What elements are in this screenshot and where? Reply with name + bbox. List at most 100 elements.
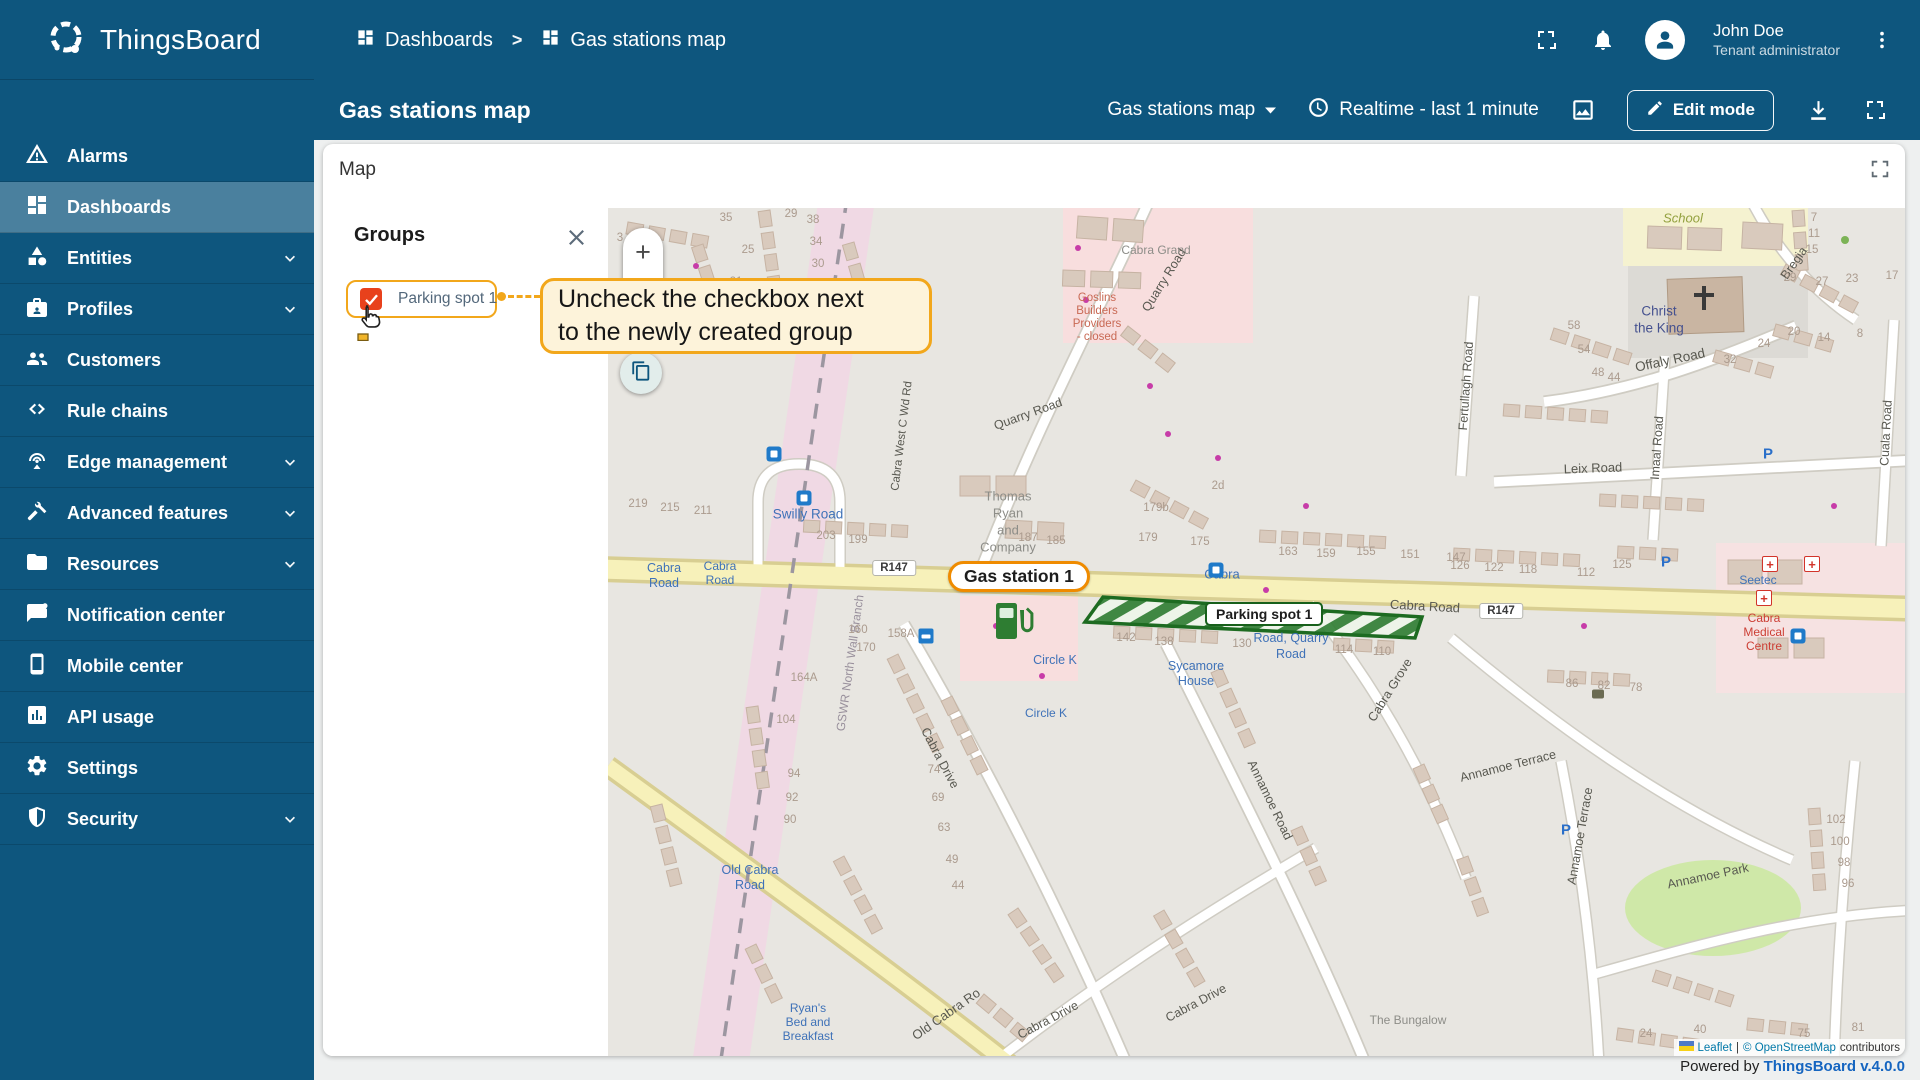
parking-polygon-label[interactable]: Parking spot 1 — [1205, 602, 1324, 626]
map-label: Road — [735, 878, 765, 892]
map-housenumber: 17 — [1885, 270, 1899, 282]
map-housenumber: 163 — [1278, 546, 1298, 558]
map-label: Leix Road — [1563, 459, 1623, 477]
map-label: Old Cabra — [721, 863, 779, 877]
edit-mode-button[interactable]: Edit mode — [1626, 89, 1774, 131]
map-label: Cabra — [646, 561, 682, 575]
pencil-icon — [1646, 99, 1664, 122]
gas-station-marker-label[interactable]: Gas station 1 — [948, 561, 1090, 592]
map-housenumber: 164A — [790, 672, 818, 684]
map-label: Sycamore — [1167, 659, 1225, 673]
hand-cursor-icon — [356, 303, 388, 346]
sidebar-item-advanced-features[interactable]: Advanced features — [0, 488, 314, 539]
map-label: Builders — [1076, 305, 1118, 317]
advanced-icon — [25, 499, 49, 528]
map-housenumber: 126 — [1450, 560, 1470, 572]
map-widget-card: Map Swilly Road Cabra Road Cabra Road Th… — [323, 144, 1905, 1056]
close-icon[interactable] — [565, 226, 588, 254]
user-name: John Doe — [1713, 21, 1784, 40]
page-title: Gas stations map — [339, 96, 531, 123]
sidebar-item-mobile-center[interactable]: Mobile center — [0, 641, 314, 692]
map-housenumber: 92 — [785, 792, 799, 804]
map-housenumber: 98 — [1837, 857, 1851, 869]
breadcrumb-dashboards[interactable]: Dashboards — [356, 28, 493, 53]
sidebar-item-customers[interactable]: Customers — [0, 335, 314, 386]
route-badge: R147 — [1479, 603, 1523, 619]
content-area: Map Swilly Road Cabra Road Cabra Road Th… — [314, 140, 1920, 1080]
dashboard-selector[interactable]: Gas stations map — [1107, 99, 1277, 121]
bus-stop-icon — [766, 446, 782, 462]
hospital-icon: + — [1756, 590, 1772, 606]
map-housenumber: 142 — [1116, 632, 1136, 644]
sidebar-item-settings[interactable]: Settings — [0, 743, 314, 794]
profiles-icon — [25, 295, 49, 324]
map-housenumber: 112 — [1576, 567, 1596, 579]
logo[interactable]: ThingsBoard — [0, 0, 314, 80]
map-housenumber: 175 — [1190, 536, 1210, 548]
map-housenumber: 215 — [660, 502, 680, 514]
sidebar-item-edge-management[interactable]: Edge management — [0, 437, 314, 488]
map-layers-button[interactable] — [620, 352, 662, 394]
map-label: Goslins — [1077, 292, 1117, 304]
download-icon[interactable] — [1804, 96, 1832, 124]
map-housenumber: 170 — [856, 642, 876, 654]
layers-icon — [630, 360, 652, 387]
fullscreen-dashboard-icon[interactable] — [1862, 96, 1890, 124]
sidebar-item-notification-center[interactable]: Notification center — [0, 590, 314, 641]
gas-pump-icon[interactable] — [994, 596, 1034, 647]
leaflet-link[interactable]: Leaflet — [1698, 1042, 1733, 1054]
header-actions: John Doe Tenant administrator — [1533, 20, 1920, 60]
camera-icon — [1592, 689, 1604, 699]
map-label: Medical — [1743, 625, 1785, 639]
fullscreen-icon[interactable] — [1533, 26, 1561, 54]
map-label: and — [997, 522, 1019, 538]
map-housenumber: 25 — [741, 244, 755, 256]
user-info: John Doe Tenant administrator — [1713, 21, 1840, 59]
dashboard-toolbar: Gas stations map Gas stations map Realti… — [0, 80, 1920, 140]
timewindow-button[interactable]: Realtime - last 1 minute — [1307, 96, 1539, 125]
map-label: Circle K — [1033, 653, 1077, 667]
map-housenumber: 125 — [1612, 559, 1632, 571]
map-housenumber: 179b — [1143, 502, 1169, 514]
map-housenumber: 24 — [1757, 338, 1771, 350]
map-housenumber: 2d — [1211, 480, 1225, 492]
breadcrumb-separator: > — [511, 29, 523, 50]
map-label: Road — [649, 576, 679, 590]
sidebar-item-api-usage[interactable]: API usage — [0, 692, 314, 743]
bus-stop-icon — [1790, 628, 1806, 644]
image-gallery-icon[interactable] — [1569, 96, 1597, 124]
notifications-bell-icon[interactable] — [1589, 26, 1617, 54]
sidebar-item-dashboards[interactable]: Dashboards — [0, 182, 314, 233]
pharmacy-icon: + — [1762, 556, 1778, 572]
sidebar-item-resources[interactable]: Resources — [0, 539, 314, 590]
ukraine-flag-icon — [1678, 1041, 1694, 1054]
map-housenumber: 48 — [1591, 367, 1605, 379]
sidebar-item-entities[interactable]: Entities — [0, 233, 314, 284]
map-housenumber: 35 — [719, 212, 733, 224]
widget-expand-icon[interactable] — [1869, 158, 1891, 185]
more-menu-icon[interactable] — [1868, 26, 1896, 54]
map-housenumber: 203 — [816, 530, 836, 542]
map-housenumber: 14 — [1817, 332, 1831, 344]
user-avatar[interactable] — [1645, 20, 1686, 60]
map-housenumber: 7 — [1810, 212, 1818, 224]
map-housenumber: 29 — [784, 208, 798, 220]
osm-link[interactable]: © OpenStreetMap — [1743, 1042, 1836, 1054]
map-label: Road — [1276, 647, 1306, 661]
map-housenumber: 34 — [809, 236, 823, 248]
map-housenumber: 8 — [1856, 328, 1864, 340]
sidebar-item-rule-chains[interactable]: Rule chains — [0, 386, 314, 437]
sidebar-item-security[interactable]: Security — [0, 794, 314, 845]
map-label: Breakfast — [782, 1029, 834, 1043]
breadcrumb-current[interactable]: Gas stations map — [541, 28, 726, 53]
map-housenumber: 24 — [1639, 1028, 1653, 1040]
sidebar-item-profiles[interactable]: Profiles — [0, 284, 314, 335]
thingsboard-version-link[interactable]: ThingsBoard v.4.0.0 — [1764, 1058, 1905, 1075]
map-label: Road, Quarry — [1253, 631, 1329, 645]
map-housenumber: 20 — [1787, 326, 1801, 338]
map-housenumber: 27 — [1815, 276, 1829, 288]
map-label: Centre — [1745, 639, 1783, 653]
map-label: Road — [705, 573, 735, 587]
map-label: - closed — [1076, 331, 1118, 343]
powered-by: Powered by ThingsBoard v.4.0.0 — [1680, 1058, 1905, 1075]
